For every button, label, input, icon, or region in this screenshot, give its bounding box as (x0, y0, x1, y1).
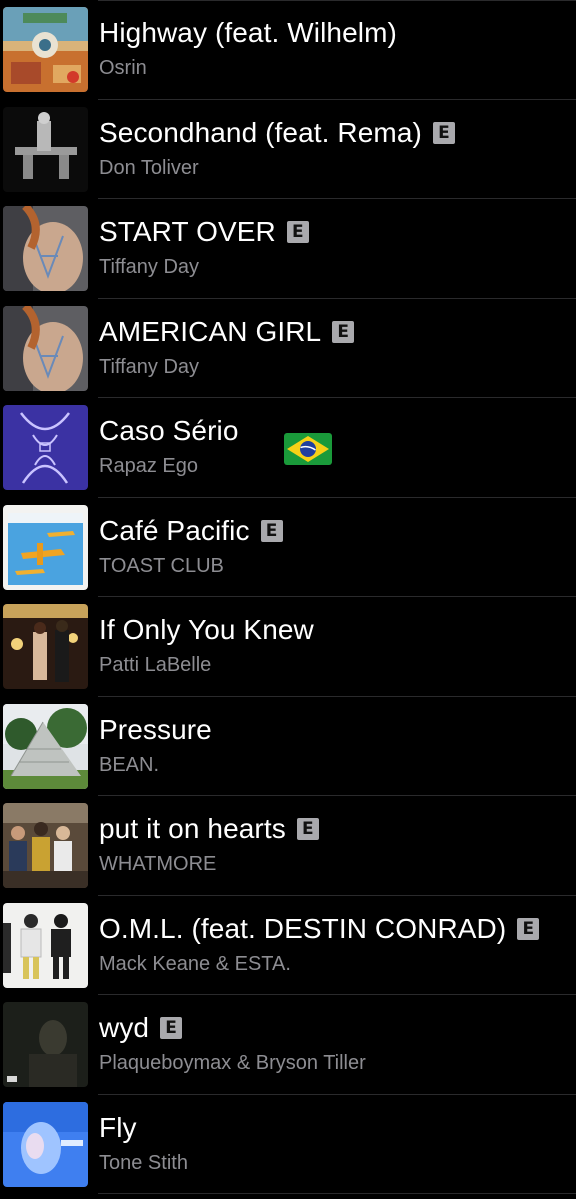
song-artist: Rapaz Ego (99, 455, 198, 477)
song-title: AMERICAN GIRL (99, 315, 322, 347)
song-row[interactable]: AMERICAN GIRL E Tiffany Day (0, 299, 576, 398)
song-row[interactable]: Highway (feat. Wilhelm) Osrin (0, 0, 576, 100)
song-row[interactable]: If Only You Knew Patti LaBelle (0, 597, 576, 697)
song-title: Highway (feat. Wilhelm) (99, 17, 397, 48)
group-photo-album-art (3, 803, 88, 888)
song-title: wyd (99, 1012, 150, 1043)
song-row[interactable]: wyd E Plaqueboymax & Bryson Tiller (0, 995, 576, 1095)
explicit-badge: E (296, 818, 319, 840)
song-artist: WHATMORE (99, 853, 217, 875)
song-title: If Only You Knew (99, 614, 314, 645)
song-title: Café Pacific (99, 514, 250, 546)
song-artist: Don Toliver (99, 156, 199, 179)
song-artist: Mack Keane & ESTA. (99, 952, 291, 975)
song-row[interactable]: START OVER E Tiffany Day (0, 199, 576, 299)
song-row[interactable]: Pressure BEAN. (0, 697, 576, 796)
back-drawing-album-art (3, 305, 88, 391)
song-row[interactable]: Secondhand (feat. Rema) E Don Toliver (0, 100, 576, 199)
desert-collage-album-art (3, 7, 88, 92)
dark-portrait-album-art (3, 1002, 88, 1087)
song-artist: Tone Stith (99, 1151, 188, 1174)
figure-on-black-album-art (3, 106, 88, 192)
song-row[interactable]: Caso Sério Rapaz Ego (0, 398, 576, 498)
explicit-badge: E (260, 519, 283, 542)
song-artist: Plaqueboymax & Bryson Tiller (99, 1052, 366, 1074)
song-row[interactable]: O.M.L. (feat. DESTIN CONRAD) E Mack Kean… (0, 896, 576, 995)
song-title: O.M.L. (feat. DESTIN CONRAD) (99, 912, 507, 944)
explicit-badge: E (432, 121, 455, 144)
song-artist: Tiffany Day (99, 256, 200, 278)
back-drawing-album-art (3, 206, 88, 291)
song-title: Fly (99, 1111, 137, 1143)
song-row[interactable]: Café Pacific E TOAST CLUB (0, 498, 576, 597)
purple-figure-album-art (3, 405, 88, 490)
explicit-badge: E (517, 917, 540, 940)
two-figures-album-art (3, 902, 88, 988)
vintage-photo-album-art (3, 604, 88, 689)
explicit-badge: E (332, 320, 355, 343)
song-artist: Osrin (99, 57, 147, 79)
row-divider (98, 1193, 576, 1194)
explicit-badge: E (160, 1017, 183, 1039)
song-artist: TOAST CLUB (99, 554, 224, 577)
explicit-badge: E (286, 221, 309, 243)
song-list: Highway (feat. Wilhelm) Osrin Secondhand… (0, 0, 576, 1194)
song-title: put it on hearts (99, 813, 286, 844)
blue-portrait-album-art (3, 1101, 88, 1187)
song-artist: BEAN. (99, 753, 160, 776)
song-title: Caso Sério (99, 415, 239, 446)
song-row[interactable]: Fly Tone Stith (0, 1095, 576, 1194)
airplane-album-art (3, 504, 88, 590)
song-title: Secondhand (feat. Rema) (99, 116, 422, 148)
brazil-flag-icon (283, 431, 333, 467)
song-artist: Tiffany Day (99, 355, 200, 378)
song-title: START OVER (99, 216, 276, 247)
song-artist: Patti LaBelle (99, 654, 212, 676)
pyramid-album-art (3, 703, 88, 789)
song-title: Pressure (99, 713, 212, 745)
song-row[interactable]: put it on hearts E WHATMORE (0, 796, 576, 896)
